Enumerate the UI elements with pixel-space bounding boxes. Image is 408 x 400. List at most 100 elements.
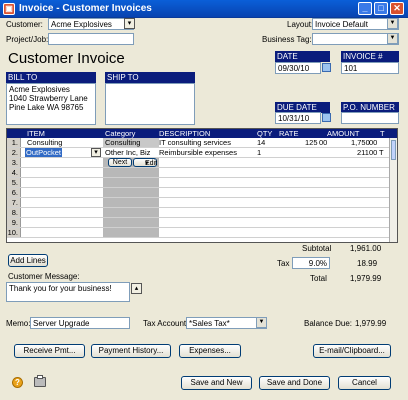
receive-payment-button[interactable]: Receive Pmt... bbox=[14, 344, 85, 358]
col-amount: AMOUNT bbox=[327, 129, 360, 138]
customer-message-label: Customer Message: bbox=[8, 272, 80, 281]
invoice-number-field[interactable]: 101 bbox=[341, 62, 399, 74]
tax-account-dropdown-icon[interactable]: ▼ bbox=[256, 317, 267, 328]
help-icon[interactable]: ? bbox=[12, 377, 23, 388]
row-number: 10. bbox=[7, 228, 21, 237]
amount-cents-cell[interactable]: 00 bbox=[369, 138, 377, 147]
edit-button[interactable]: Edit ▾ bbox=[133, 158, 157, 167]
item-cell-selected[interactable]: OutPocket bbox=[25, 148, 63, 157]
bill-to-field[interactable]: Acme Explosives 1040 Strawberry Lane Pin… bbox=[6, 83, 96, 125]
expenses-button[interactable]: Expenses... bbox=[179, 344, 241, 358]
row-number: 8. bbox=[7, 208, 21, 217]
message-dropdown-icon[interactable]: ▴ bbox=[131, 283, 142, 294]
tax-rate-field[interactable]: 9.0% bbox=[292, 257, 330, 269]
line-items-table: ITEM Category DESCRIPTION QTY RATE AMOUN… bbox=[6, 128, 398, 243]
scrollbar-thumb[interactable] bbox=[391, 140, 396, 160]
amount-cents-cell[interactable]: 00 bbox=[369, 148, 377, 157]
col-qty: QTY bbox=[257, 129, 273, 138]
cancel-button[interactable]: Cancel bbox=[338, 376, 391, 390]
rate-cents-cell[interactable]: 00 bbox=[319, 138, 327, 147]
table-row[interactable]: 3. Next Edit ▾ bbox=[7, 158, 391, 168]
category-cell[interactable]: Consulting bbox=[105, 138, 140, 147]
calendar-icon[interactable] bbox=[322, 63, 331, 72]
table-row[interactable]: 10. bbox=[7, 228, 391, 238]
category-cell[interactable]: Other Inc, Biz bbox=[105, 148, 150, 157]
bill-to-line: Pine Lake WA 98765 bbox=[9, 103, 84, 112]
item-cell[interactable]: Consulting bbox=[27, 138, 62, 147]
ship-to-field[interactable] bbox=[105, 83, 195, 125]
qty-cell[interactable]: 1 bbox=[257, 148, 261, 157]
save-and-new-button[interactable]: Save and New bbox=[181, 376, 252, 390]
close-button[interactable]: ✕ bbox=[390, 2, 404, 15]
table-row[interactable]: 4. bbox=[7, 168, 391, 178]
customer-field[interactable]: Acme Explosives bbox=[48, 18, 134, 30]
layout-select[interactable]: Invoice Default bbox=[312, 18, 399, 30]
layout-label: Layout: bbox=[287, 20, 314, 29]
qty-cell[interactable]: 14 bbox=[257, 138, 265, 147]
minimize-button[interactable]: _ bbox=[358, 2, 372, 15]
add-lines-button[interactable]: Add Lines bbox=[8, 254, 48, 267]
customer-dropdown-icon[interactable]: ▾ bbox=[124, 18, 135, 29]
description-cell[interactable]: Reimbursible expenses bbox=[159, 148, 237, 157]
row-number: 6. bbox=[7, 188, 21, 197]
table-row[interactable]: 2. OutPocket ▾ Other Inc, Biz Reimbursib… bbox=[7, 148, 391, 158]
item-dropdown-icon[interactable]: ▾ bbox=[91, 148, 101, 157]
row-number: 2. bbox=[7, 148, 21, 157]
total-label: Total bbox=[310, 274, 327, 283]
subtotal-label: Subtotal bbox=[302, 244, 332, 253]
email-clipboard-button[interactable]: E-mail/Clipboard... bbox=[313, 344, 391, 358]
col-item: ITEM bbox=[27, 129, 45, 138]
layout-dropdown-icon[interactable]: ▼ bbox=[387, 18, 398, 29]
business-tag-select[interactable] bbox=[312, 33, 399, 45]
customer-label: Customer: bbox=[6, 20, 43, 29]
total-value: 1,979.99 bbox=[350, 274, 382, 283]
date-field[interactable]: 09/30/10 bbox=[275, 62, 321, 74]
tax-value: 18.99 bbox=[357, 259, 378, 268]
app-icon: ▣ bbox=[3, 3, 15, 15]
ship-to-header: SHIP TO bbox=[105, 72, 195, 83]
row-number: 9. bbox=[7, 218, 21, 227]
row-number: 3. bbox=[7, 158, 21, 167]
project-field[interactable] bbox=[48, 33, 134, 45]
subtotal-value: 1,961.00 bbox=[350, 244, 382, 253]
calendar-icon[interactable] bbox=[322, 113, 331, 122]
maximize-button[interactable]: □ bbox=[374, 2, 388, 15]
memo-field[interactable]: Server Upgrade bbox=[30, 317, 130, 329]
col-description: DESCRIPTION bbox=[159, 129, 211, 138]
window-title: Invoice - Customer Invoices bbox=[19, 3, 152, 14]
printer-icon[interactable] bbox=[34, 375, 46, 387]
row-number: 7. bbox=[7, 198, 21, 207]
next-button[interactable]: Next bbox=[108, 158, 132, 167]
taxable-cell[interactable]: T bbox=[379, 148, 384, 157]
col-rate: RATE bbox=[279, 129, 299, 138]
business-tag-dropdown-icon[interactable]: ▼ bbox=[387, 33, 398, 44]
bill-to-header: BILL TO bbox=[6, 72, 96, 83]
table-scrollbar[interactable] bbox=[389, 138, 397, 242]
balance-due-label: Balance Due: bbox=[304, 319, 353, 328]
rate-cell[interactable]: 125 bbox=[305, 138, 318, 147]
tax-label: Tax bbox=[277, 259, 290, 268]
invoice-title: Customer Invoice bbox=[8, 50, 125, 67]
amount-cell[interactable]: 211 bbox=[357, 148, 369, 157]
payment-history-button[interactable]: Payment History... bbox=[91, 344, 171, 358]
table-row[interactable]: 6. bbox=[7, 188, 391, 198]
chevron-down-icon: ▾ bbox=[145, 160, 149, 167]
description-cell[interactable]: IT consulting services bbox=[159, 138, 231, 147]
row-number: 1. bbox=[7, 138, 21, 147]
customer-message-field[interactable]: Thank you for your business! bbox=[6, 282, 130, 302]
table-row[interactable]: 5. bbox=[7, 178, 391, 188]
po-number-field[interactable] bbox=[341, 112, 399, 124]
table-row[interactable]: 7. bbox=[7, 198, 391, 208]
table-row[interactable]: 8. bbox=[7, 208, 391, 218]
due-date-field[interactable]: 10/31/10 bbox=[275, 112, 321, 124]
business-tag-label: Business Tag: bbox=[262, 35, 312, 44]
tax-account-select[interactable]: *Sales Tax* bbox=[186, 317, 267, 329]
save-and-done-button[interactable]: Save and Done bbox=[259, 376, 330, 390]
balance-due-value: 1,979.99 bbox=[355, 319, 387, 328]
amount-cell[interactable]: 1,750 bbox=[351, 138, 370, 147]
col-category: Category bbox=[105, 129, 136, 138]
table-row[interactable]: 1. Consulting Consulting IT consulting s… bbox=[7, 138, 391, 148]
row-number: 5. bbox=[7, 178, 21, 187]
table-row[interactable]: 9. bbox=[7, 218, 391, 228]
col-taxable: T bbox=[380, 129, 385, 138]
